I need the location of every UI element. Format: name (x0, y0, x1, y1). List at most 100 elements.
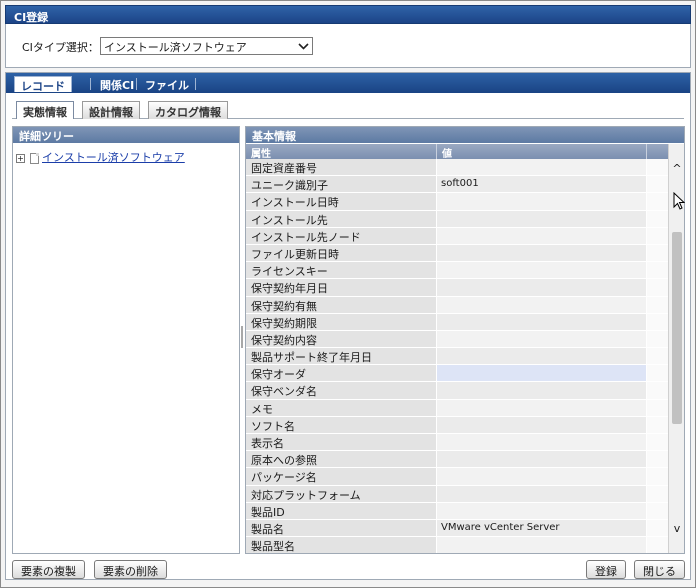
grid-header: 属性 値 (246, 144, 668, 160)
tab-record[interactable]: レコード (14, 76, 72, 93)
tab-divider (136, 78, 137, 90)
attribute-name-cell: 保守契約期限 (246, 313, 436, 330)
row-extra-cell (647, 210, 668, 227)
attribute-value-cell[interactable] (437, 279, 646, 296)
row-extra-cell (647, 434, 668, 451)
table-row[interactable]: ライセンスキー (246, 262, 668, 280)
row-extra-cell (647, 519, 668, 537)
tab-file[interactable]: ファイル (139, 76, 195, 92)
pane-splitter[interactable] (241, 326, 243, 348)
attribute-value-cell[interactable] (437, 537, 646, 553)
row-extra-cell (647, 416, 668, 433)
attribute-value-cell[interactable] (437, 244, 646, 262)
attribute-name-cell: 原本への参照 (246, 451, 436, 468)
detail-tree-pane: 詳細ツリー + インストール済ソフトウェア (12, 126, 240, 554)
subtab-catalog-info[interactable]: カタログ情報 (148, 101, 228, 119)
attribute-value-cell[interactable] (437, 382, 646, 399)
attribute-value-cell[interactable] (437, 313, 646, 330)
close-button[interactable]: 閉じる (634, 560, 685, 579)
attribute-value-cell[interactable] (437, 502, 646, 519)
attribute-value-cell[interactable] (437, 227, 646, 244)
attribute-value-cell[interactable] (437, 485, 646, 502)
delete-element-button[interactable]: 要素の削除 (94, 560, 167, 579)
attribute-value-cell[interactable] (437, 416, 646, 433)
subtab-design-info[interactable]: 設計情報 (82, 101, 140, 119)
attribute-value-cell[interactable] (437, 468, 646, 485)
column-header-value: 値 (442, 149, 452, 160)
table-row[interactable]: メモ (246, 399, 668, 417)
scroll-thumb[interactable] (672, 232, 682, 424)
table-row[interactable]: 製品サポート終了年月日 (246, 348, 668, 366)
table-row[interactable]: 保守契約年月日 (246, 279, 668, 297)
attribute-value-cell[interactable] (437, 348, 646, 365)
table-row[interactable]: 保守オーダ (246, 365, 668, 383)
attribute-value-cell[interactable] (437, 159, 646, 176)
attribute-value-cell[interactable]: soft001 (437, 176, 646, 193)
duplicate-element-button[interactable]: 要素の複製 (12, 560, 85, 579)
attribute-name-cell: 保守ベンダ名 (246, 382, 436, 399)
table-row[interactable]: ファイル更新日時 (246, 244, 668, 263)
table-row[interactable]: 対応プラットフォーム (246, 485, 668, 503)
attribute-name-cell: インストール日時 (246, 193, 436, 210)
scroll-up-icon[interactable]: ^ (669, 162, 684, 178)
table-row[interactable]: 製品名 VMware vCenter Server (246, 519, 668, 538)
table-row[interactable]: 製品ID (246, 502, 668, 520)
subtab-actual-info[interactable]: 実態情報 (16, 101, 74, 119)
attribute-name-cell: 製品型名 (246, 537, 436, 553)
attribute-value-cell[interactable] (437, 399, 646, 416)
attribute-name-cell: 保守契約年月日 (246, 279, 436, 296)
tab-divider (195, 78, 196, 90)
basic-info-header: 基本情報 (246, 127, 684, 143)
row-extra-cell (647, 399, 668, 416)
ci-type-select[interactable]: インストール済ソフトウェア (100, 37, 313, 55)
register-button[interactable]: 登録 (586, 560, 626, 579)
tree-node: + インストール済ソフトウェア (16, 149, 185, 165)
attribute-value-cell[interactable]: VMware vCenter Server (437, 519, 646, 537)
row-extra-cell (647, 485, 668, 502)
row-extra-cell (647, 296, 668, 313)
table-row[interactable]: 保守契約内容 (246, 330, 668, 349)
table-row[interactable]: 保守ベンダ名 (246, 382, 668, 400)
expand-icon[interactable]: + (16, 153, 25, 163)
table-row[interactable]: 保守契約期限 (246, 313, 668, 331)
table-row[interactable]: インストール先 (246, 210, 668, 228)
tree-node-link[interactable]: インストール済ソフトウェア (42, 151, 185, 164)
table-row[interactable]: ソフト名 (246, 416, 668, 434)
attribute-value-cell[interactable] (437, 193, 646, 210)
table-row[interactable]: インストール日時 (246, 193, 668, 211)
attribute-name-cell: インストール先ノード (246, 227, 436, 244)
tab-related-ci[interactable]: 関係CI (94, 76, 140, 92)
row-extra-cell (647, 227, 668, 244)
document-icon (30, 152, 39, 164)
attribute-name-cell: 固定資産番号 (246, 159, 436, 176)
attribute-value-cell[interactable] (437, 434, 646, 451)
table-row[interactable]: 原本への参照 (246, 451, 668, 469)
attribute-value-cell[interactable] (437, 365, 646, 382)
attribute-value-cell[interactable] (437, 451, 646, 468)
row-extra-cell (647, 244, 668, 262)
attribute-table: 固定資産番号 ユニーク識別子 soft001 インストール日時 インストール先 インストー… (246, 159, 668, 553)
column-header-attribute: 属性 (251, 149, 271, 160)
sub-tab-bar: 実態情報 設計情報 カタログ情報 (12, 101, 684, 119)
main-tab-bar: レコード 関係CI ファイル (6, 73, 690, 93)
row-extra-cell (647, 262, 668, 279)
table-row[interactable]: パッケージ名 (246, 468, 668, 486)
attribute-name-cell: ユニーク識別子 (246, 176, 436, 193)
basic-info-pane: 基本情報 属性 値 固定資産番号 ユニーク識別子 soft001 インストール日時 イン… (245, 126, 685, 554)
table-row[interactable]: インストール先ノード (246, 227, 668, 245)
attribute-value-cell[interactable] (437, 210, 646, 227)
table-row[interactable]: ユニーク識別子 soft001 (246, 176, 668, 194)
attribute-value-cell[interactable] (437, 330, 646, 348)
tree-header: 詳細ツリー (13, 127, 239, 143)
table-row[interactable]: 保守契約有無 (246, 296, 668, 314)
attribute-value-cell[interactable] (437, 296, 646, 313)
scroll-down-icon[interactable]: v (669, 522, 684, 538)
attribute-name-cell: メモ (246, 399, 436, 416)
row-extra-cell (647, 365, 668, 382)
table-row[interactable]: 製品型名 (246, 537, 668, 553)
table-row[interactable]: 固定資産番号 (246, 159, 668, 177)
attribute-value-cell[interactable] (437, 262, 646, 279)
table-row[interactable]: 表示名 (246, 434, 668, 452)
row-extra-cell (647, 313, 668, 330)
ci-type-value: インストール済ソフトウェア (104, 41, 247, 54)
